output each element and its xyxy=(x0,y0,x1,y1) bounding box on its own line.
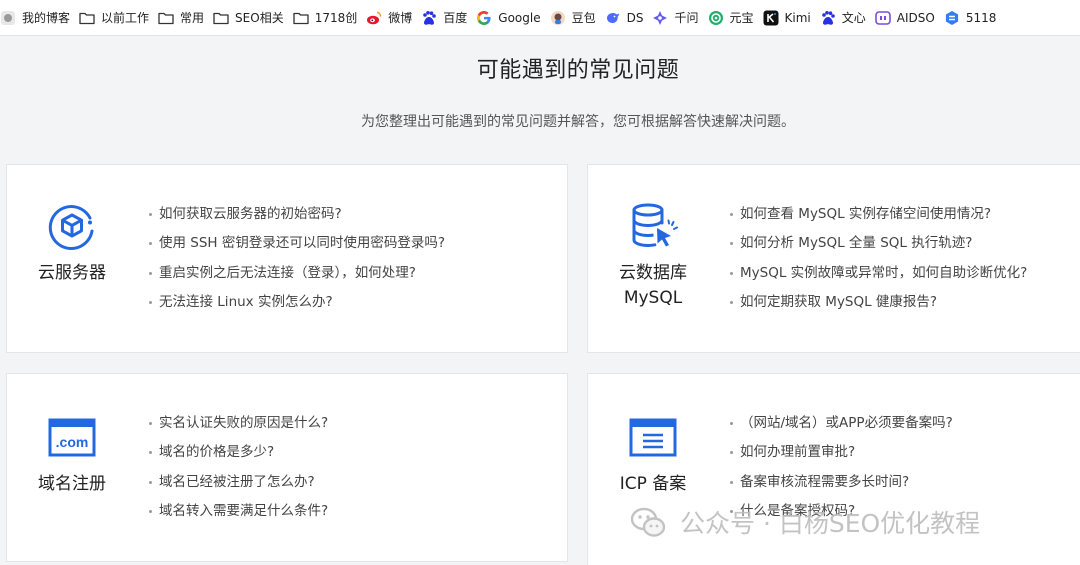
yuanbao-icon xyxy=(708,10,724,26)
question-link[interactable]: 无法连接 Linux 实例怎么办? xyxy=(147,288,445,317)
aidso-icon xyxy=(874,10,891,26)
folder-icon xyxy=(79,10,95,26)
bookmark-label: Kimi xyxy=(784,10,811,25)
product-name: 云服务器 xyxy=(38,261,106,286)
product-block[interactable]: .com 域名注册 xyxy=(7,418,137,497)
page-subtitle: 为您整理出可能遇到的常见问题并解答，您可根据解答快速解决问题。 xyxy=(361,114,795,130)
bookmark-5118[interactable]: 5118 xyxy=(944,0,1006,35)
bookmark-baidu[interactable]: 百度 xyxy=(421,0,476,35)
bookmark-label: 文心 xyxy=(841,11,866,25)
question-link[interactable]: 如何办理前置审批? xyxy=(728,438,953,467)
question-link[interactable]: 重启实例之后无法连接（登录），如何处理? xyxy=(147,259,445,288)
question-list: 如何获取云服务器的初始密码? 使用 SSH 密钥登录还可以同时使用密码登录吗? … xyxy=(147,200,445,317)
kimi-icon xyxy=(763,10,779,26)
question-link[interactable]: 如何分析 MySQL 全量 SQL 执行轨迹? xyxy=(728,229,1027,258)
svg-text:.com: .com xyxy=(56,434,89,450)
question-link[interactable]: 如何查看 MySQL 实例存储空间使用情况? xyxy=(728,200,1027,229)
bookmark-folder-common[interactable]: 常用 xyxy=(158,0,213,35)
question-link[interactable]: 域名已经被注册了怎么办? xyxy=(147,468,328,497)
question-list: 实名认证失败的原因是什么? 域名的价格是多少? 域名已经被注册了怎么办? 域名转… xyxy=(147,409,328,526)
folder-icon xyxy=(213,10,229,26)
product-name-line2: MySQL xyxy=(623,288,683,308)
bookmark-deepseek[interactable]: DS xyxy=(605,0,653,35)
product-name-line1: 云数据库 xyxy=(619,263,687,283)
doubao-icon xyxy=(550,10,566,26)
bookmark-label: 豆包 xyxy=(571,11,596,25)
faq-card-mysql: 云数据库 MySQL 如何查看 MySQL 实例存储空间使用情况? 如何分析 M… xyxy=(587,164,1080,353)
bookmark-yuanbao[interactable]: 元宝 xyxy=(708,0,763,35)
bookmark-label: 千问 xyxy=(674,11,699,25)
folder-icon xyxy=(293,10,309,26)
question-link[interactable]: 备案审核流程需要多长时间? xyxy=(728,468,953,497)
bookmark-aidso[interactable]: AIDSO xyxy=(874,0,944,35)
icp-filing-icon xyxy=(629,418,677,457)
bookmark-label: 我的博客 xyxy=(22,11,71,25)
page-title: 可能遇到的常见问题 xyxy=(476,58,680,83)
bookmark-doubao[interactable]: 豆包 xyxy=(550,0,605,35)
bookmark-label: 百度 xyxy=(443,11,468,25)
question-list: 如何查看 MySQL 实例存储空间使用情况? 如何分析 MySQL 全量 SQL… xyxy=(728,200,1027,317)
5118-icon xyxy=(944,10,960,26)
bookmark-blog[interactable]: 我的博客 xyxy=(0,0,79,35)
bookmark-weibo[interactable]: 微博 xyxy=(366,0,421,35)
question-list: （网站/域名）或APP必须要备案吗? 如何办理前置审批? 备案审核流程需要多长时… xyxy=(728,409,953,526)
question-link[interactable]: 域名的价格是多少? xyxy=(147,438,328,467)
product-name: ICP 备案 xyxy=(620,472,687,497)
blog-icon xyxy=(0,10,16,26)
domain-com-icon: .com xyxy=(48,418,96,457)
product-name-line1: 域名注册 xyxy=(38,474,106,494)
faq-card-domain: .com 域名注册 实名认证失败的原因是什么? 域名的价格是多少? 域名已经被注… xyxy=(6,373,568,562)
question-link[interactable]: 域名转入需要满足什么条件? xyxy=(147,497,328,526)
faq-card-icp: ICP 备案 （网站/域名）或APP必须要备案吗? 如何办理前置审批? 备案审核… xyxy=(587,373,1080,565)
bookmark-label: 微博 xyxy=(388,11,413,25)
product-block[interactable]: 云数据库 MySQL xyxy=(588,201,718,311)
question-link[interactable]: 如何定期获取 MySQL 健康报告? xyxy=(728,288,1027,317)
product-name: 域名注册 xyxy=(38,472,106,497)
bookmark-kimi[interactable]: Kimi xyxy=(763,0,820,35)
bookmark-label: 以前工作 xyxy=(101,11,150,25)
bookmark-label: 5118 xyxy=(965,10,997,25)
question-link[interactable]: MySQL 实例故障或异常时，如何自助诊断优化? xyxy=(728,259,1027,288)
question-link[interactable]: （网站/域名）或APP必须要备案吗? xyxy=(728,409,953,438)
deepseek-icon xyxy=(605,10,621,26)
bookmark-folder-seo[interactable]: SEO相关 xyxy=(213,0,293,35)
product-name: 云数据库 MySQL xyxy=(619,261,687,311)
bookmark-label: DS xyxy=(626,10,644,25)
folder-icon xyxy=(158,10,174,26)
product-name-line1: 云服务器 xyxy=(38,263,106,283)
baidu-icon xyxy=(820,10,836,26)
cloud-server-icon xyxy=(48,205,94,251)
qianwen-icon xyxy=(652,10,668,26)
faq-card-cloud-server: 云服务器 如何获取云服务器的初始密码? 使用 SSH 密钥登录还可以同时使用密码… xyxy=(6,164,568,353)
bookmark-label: SEO相关 xyxy=(235,11,284,25)
google-icon xyxy=(476,10,492,26)
bookmarks-bar: 我的博客 以前工作 常用 SEO相关 1718创 微博 百度 Google 豆包… xyxy=(0,0,1080,36)
question-link[interactable]: 实名认证失败的原因是什么? xyxy=(147,409,328,438)
bookmark-qianwen[interactable]: 千问 xyxy=(652,0,707,35)
bookmark-label: Google xyxy=(498,10,541,25)
bookmark-label: 元宝 xyxy=(729,11,754,25)
bookmark-google[interactable]: Google xyxy=(476,0,549,35)
bookmark-label: 1718创 xyxy=(314,11,358,25)
question-link[interactable]: 如何获取云服务器的初始密码? xyxy=(147,200,445,229)
product-block[interactable]: 云服务器 xyxy=(7,201,137,286)
weibo-icon xyxy=(366,10,382,26)
bookmark-label: AIDSO xyxy=(896,10,935,25)
question-link[interactable]: 什么是备案授权码? xyxy=(728,497,953,526)
bookmark-label: 常用 xyxy=(180,11,205,25)
database-icon xyxy=(632,203,678,248)
bookmark-folder-1718[interactable]: 1718创 xyxy=(293,0,367,35)
question-link[interactable]: 使用 SSH 密钥登录还可以同时使用密码登录吗? xyxy=(147,229,445,258)
product-block[interactable]: ICP 备案 xyxy=(588,418,718,497)
bookmark-wenxin[interactable]: 文心 xyxy=(820,0,875,35)
product-name-line1: ICP 备案 xyxy=(619,474,687,494)
baidu-icon xyxy=(421,10,437,26)
bookmark-folder-old-work[interactable]: 以前工作 xyxy=(79,0,158,35)
